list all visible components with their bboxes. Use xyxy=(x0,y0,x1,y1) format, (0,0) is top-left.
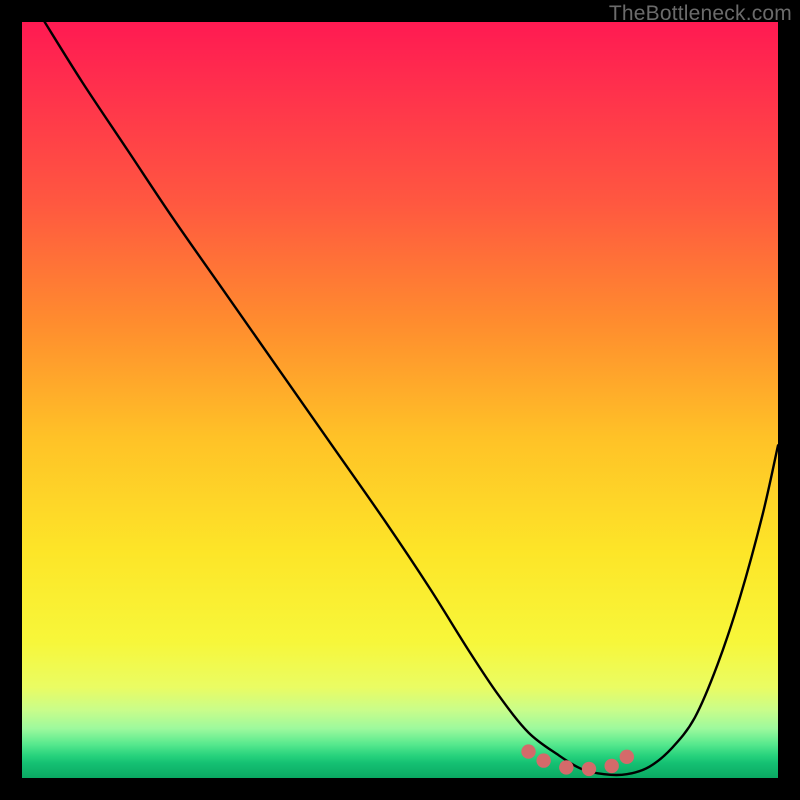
valley-marker xyxy=(620,750,634,764)
valley-marker xyxy=(559,760,573,774)
valley-marker xyxy=(521,744,535,758)
valley-marker xyxy=(604,759,618,773)
valley-marker xyxy=(536,753,550,767)
chart-stage: TheBottleneck.com xyxy=(0,0,800,800)
valley-marker xyxy=(582,762,596,776)
curve-layer xyxy=(22,22,778,778)
valley-marker-group xyxy=(521,744,634,776)
plot-area xyxy=(22,22,778,778)
bottleneck-curve xyxy=(45,22,778,775)
